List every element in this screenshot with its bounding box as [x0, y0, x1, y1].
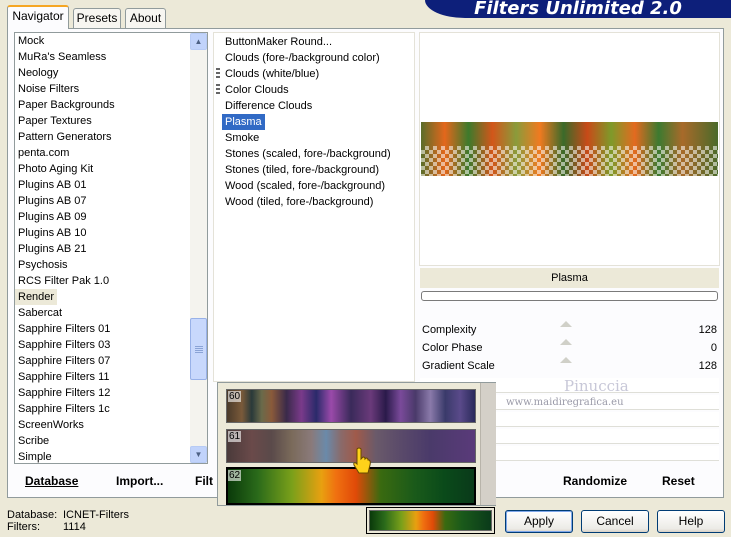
category-item[interactable]: Sapphire Filters 03	[15, 337, 191, 353]
progress-bar	[421, 291, 718, 301]
gradient-number-61: 61	[228, 431, 242, 442]
filter-info-link[interactable]: Filt	[195, 474, 213, 488]
scroll-up-button[interactable]: ▲	[190, 33, 207, 50]
parameter-row[interactable]: Gradient Scale 128	[420, 357, 719, 375]
parameter-value: 128	[698, 324, 717, 336]
category-item[interactable]: Plugins AB 09	[15, 209, 191, 225]
category-item[interactable]: Plugins AB 10	[15, 225, 191, 241]
filter-name-label: Plasma	[420, 268, 719, 288]
status-database-value: ICNET-Filters	[63, 509, 129, 521]
filter-item[interactable]: Clouds (fore-/background color)	[222, 50, 383, 66]
filter-item[interactable]: Stones (tiled, fore-/background)	[222, 162, 382, 178]
filter-item[interactable]: Clouds (white/blue)	[222, 66, 322, 82]
filter-item[interactable]: Smoke	[222, 130, 262, 146]
slider-marker-icon[interactable]	[560, 339, 572, 345]
apply-button[interactable]: Apply	[505, 510, 573, 533]
parameter-row[interactable]: Color Phase 0	[420, 339, 719, 357]
database-link[interactable]: Database	[25, 474, 78, 488]
category-item[interactable]: Sapphire Filters 07	[15, 353, 191, 369]
category-item[interactable]: Neology	[15, 65, 191, 81]
parameter-label: Color Phase	[422, 342, 483, 354]
category-item[interactable]: Sabercat	[15, 305, 191, 321]
slider-marker-icon[interactable]	[560, 321, 572, 327]
popup-scroll-track[interactable]	[480, 383, 496, 505]
reset-link[interactable]: Reset	[662, 474, 695, 488]
parameter-value: 128	[698, 360, 717, 372]
category-item[interactable]: Sapphire Filters 1c	[15, 401, 191, 417]
category-item[interactable]: Paper Textures	[15, 113, 191, 129]
category-item[interactable]: Noise Filters	[15, 81, 191, 97]
preview-transparency	[421, 146, 718, 176]
status-database-label: Database:	[7, 509, 58, 521]
category-list[interactable]: Mock MuRa's Seamless Neology Noise Filters P…	[14, 32, 208, 464]
scroll-thumb[interactable]	[190, 318, 207, 380]
filter-item[interactable]: ButtonMaker Round...	[222, 34, 335, 50]
parameter-label: Complexity	[422, 324, 477, 336]
parameter-row[interactable]: Complexity 128	[420, 321, 719, 339]
parameter-label: Gradient Scale	[422, 360, 495, 372]
category-item[interactable]: MuRa's Seamless	[15, 49, 191, 65]
category-item[interactable]: Sapphire Filters 01	[15, 321, 191, 337]
category-item[interactable]: Pattern Generators	[15, 129, 191, 145]
gradient-number-62: 62	[228, 470, 242, 481]
tab-about[interactable]: About	[125, 8, 166, 28]
gradient-picker-popup[interactable]: 60 61 62	[217, 382, 496, 506]
category-item-selected[interactable]: Render	[15, 289, 58, 305]
current-gradient-swatch[interactable]	[366, 507, 495, 534]
import-link[interactable]: Import...	[116, 474, 163, 488]
category-item[interactable]: RCS Filter Pak 1.0	[15, 273, 191, 289]
filter-item-selected[interactable]: Plasma	[222, 114, 265, 130]
status-filters-label: Filters:	[7, 521, 40, 533]
cancel-button[interactable]: Cancel	[581, 510, 649, 533]
category-item[interactable]: Photo Aging Kit	[15, 161, 191, 177]
favorite-marker-icon	[216, 84, 220, 96]
filter-item[interactable]: Wood (scaled, fore-/background)	[222, 178, 388, 194]
category-item[interactable]: Paper Backgrounds	[15, 97, 191, 113]
filter-item[interactable]: Stones (scaled, fore-/background)	[222, 146, 394, 162]
category-item[interactable]: Plugins AB 21	[15, 241, 191, 257]
filter-item[interactable]: Wood (tiled, fore-/background)	[222, 194, 376, 210]
favorite-marker-icon	[216, 68, 220, 80]
category-item[interactable]: Psychosis	[15, 257, 191, 273]
category-item[interactable]: Plugins AB 07	[15, 193, 191, 209]
status-filters-value: 1114	[63, 521, 86, 533]
gradient-swatch-60[interactable]	[226, 389, 476, 423]
scroll-down-button[interactable]: ▼	[190, 446, 207, 463]
category-item[interactable]: penta.com	[15, 145, 191, 161]
tab-navigator[interactable]: Navigator	[7, 5, 69, 29]
category-item[interactable]: Mock	[15, 33, 191, 49]
help-button[interactable]: Help	[657, 510, 725, 533]
filter-item[interactable]: Difference Clouds	[222, 98, 315, 114]
category-item[interactable]: Simple	[15, 449, 191, 463]
category-scrollbar[interactable]: ▲ ▼	[190, 33, 207, 463]
gradient-number-60: 60	[228, 391, 242, 402]
hand-cursor-icon	[351, 447, 371, 475]
category-item[interactable]: Plugins AB 01	[15, 177, 191, 193]
category-item[interactable]: Scribe	[15, 433, 191, 449]
category-item[interactable]: Sapphire Filters 11	[15, 369, 191, 385]
watermark-name: Pinuccia	[564, 377, 629, 395]
watermark-site: www.maidiregrafica.eu	[506, 397, 624, 408]
slider-marker-icon[interactable]	[560, 357, 572, 363]
filter-list[interactable]: ButtonMaker Round... Clouds (fore-/backgr…	[213, 32, 415, 382]
parameter-value: 0	[710, 342, 717, 354]
randomize-link[interactable]: Randomize	[563, 474, 627, 488]
app-title-banner: Filters Unlimited 2.0	[425, 0, 731, 18]
category-item[interactable]: Sapphire Filters 12	[15, 385, 191, 401]
category-item[interactable]: ScreenWorks	[15, 417, 191, 433]
tab-presets[interactable]: Presets	[73, 8, 121, 28]
filter-item[interactable]: Color Clouds	[222, 82, 292, 98]
